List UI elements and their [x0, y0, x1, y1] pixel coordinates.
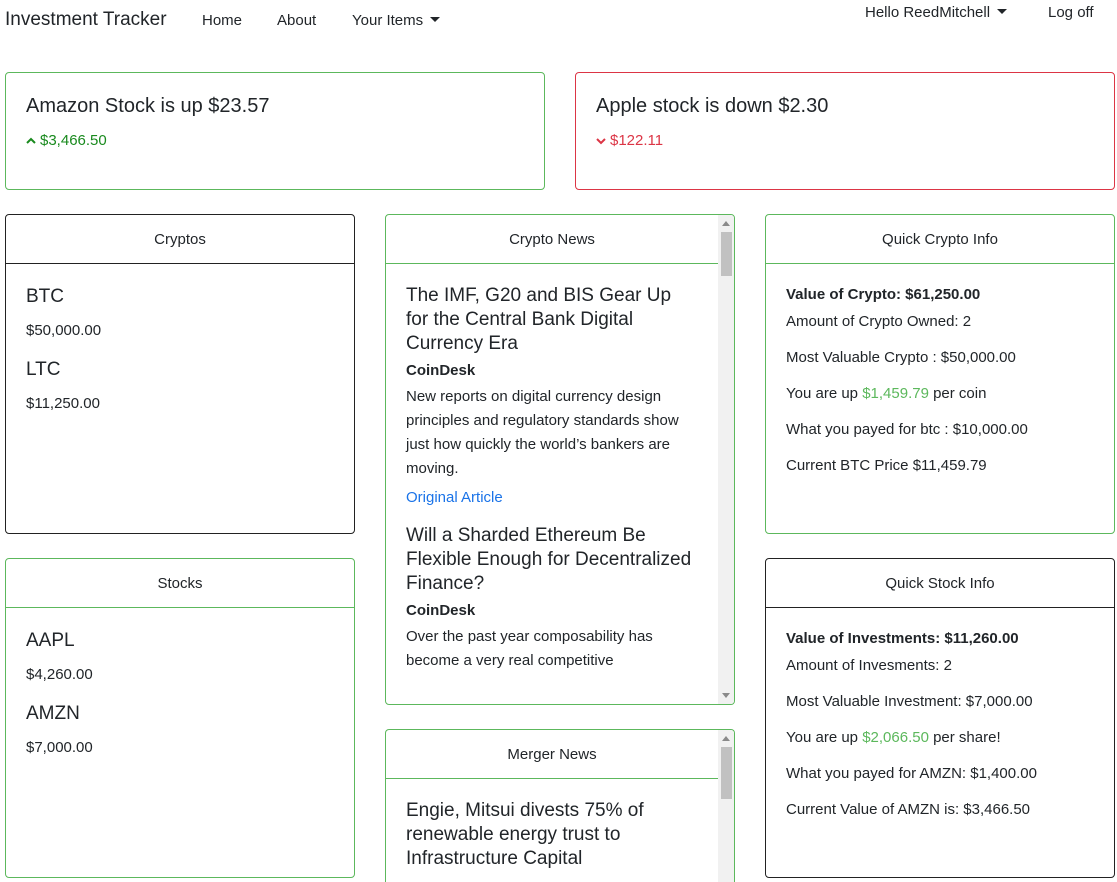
merger-news-scrollbar[interactable]: [718, 730, 734, 882]
stock-amount-owned: Amount of Invesments: 2: [786, 657, 952, 674]
chevron-down-icon: [997, 9, 1008, 14]
stock-symbol: AAPL: [26, 630, 75, 651]
merger-news-header: Merger News: [386, 730, 718, 779]
gain-suffix: per share!: [928, 729, 1001, 746]
original-article-link[interactable]: Original Article: [406, 489, 698, 506]
brand-link[interactable]: Investment Tracker: [5, 9, 167, 31]
crypto-value-total: Value of Crypto: $61,250.00: [786, 286, 981, 303]
cryptos-panel: Cryptos BTC $50,000.00 LTC $11,250.00: [5, 214, 355, 534]
navbar: Investment Tracker Home About Your Items…: [0, 0, 1117, 44]
nav-your-items-dropdown[interactable]: Your Items: [352, 12, 441, 29]
nav-about-link[interactable]: About: [277, 12, 316, 29]
news-title: Engie, Mitsui divests 75% of renewable e…: [406, 800, 644, 869]
crypto-value: $50,000.00: [26, 322, 102, 339]
news-description: New reports on digital currency design p…: [406, 388, 679, 477]
crypto-symbol: LTC: [26, 359, 61, 380]
nav-home-link[interactable]: Home: [202, 12, 242, 29]
stocks-header: Stocks: [6, 559, 354, 608]
news-title: The IMF, G20 and BIS Gear Up for the Cen…: [406, 285, 672, 354]
crypto-news-scrollbar[interactable]: [718, 215, 734, 704]
alert-price-row: $122.11: [596, 132, 1094, 149]
scroll-up-icon[interactable]: [722, 221, 730, 226]
crypto-gain-row: You are up $1,459.79 per coin: [786, 385, 1094, 402]
most-valuable-crypto: Most Valuable Crypto : $50,000.00: [786, 349, 1016, 366]
stock-value: $4,260.00: [26, 666, 93, 683]
chevron-up-icon: [26, 137, 36, 144]
crypto-amount-owned: Amount of Crypto Owned: 2: [786, 313, 972, 330]
stock-symbol: AMZN: [26, 703, 80, 724]
logoff-link[interactable]: Log off: [1048, 4, 1094, 21]
alert-price: $3,466.50: [40, 132, 107, 149]
quick-crypto-header: Quick Crypto Info: [766, 215, 1114, 264]
quick-stock-body: Value of Investments: $11,260.00 Amount …: [766, 608, 1114, 851]
crypto-news-list[interactable]: The IMF, G20 and BIS Gear Up for the Cen…: [386, 264, 718, 704]
crypto-payed: What you payed for btc : $10,000.00: [786, 421, 1028, 438]
news-source: CoinDesk: [406, 602, 476, 619]
user-menu-dropdown[interactable]: Hello ReedMitchell: [865, 4, 1008, 21]
scroll-up-icon[interactable]: [722, 736, 730, 741]
stocks-panel: Stocks AAPL $4,260.00 AMZN $7,000.00: [5, 558, 355, 878]
quick-stock-panel: Quick Stock Info Value of Investments: $…: [765, 558, 1115, 878]
alert-title: Amazon Stock is up $23.57: [26, 95, 270, 117]
gain-value: $2,066.50: [862, 729, 929, 746]
news-article: The IMF, G20 and BIS Gear Up for the Cen…: [406, 284, 698, 506]
chevron-down-icon: [430, 17, 441, 22]
alert-card-amazon: Amazon Stock is up $23.57 $3,466.50: [5, 72, 545, 190]
alert-price: $122.11: [610, 132, 664, 149]
merger-news-panel: Merger News Engie, Mitsui divests 75% of…: [385, 729, 735, 882]
scroll-thumb[interactable]: [721, 747, 732, 799]
merger-news-list[interactable]: Engie, Mitsui divests 75% of renewable e…: [386, 779, 718, 882]
quick-crypto-panel: Quick Crypto Info Value of Crypto: $61,2…: [765, 214, 1115, 534]
alert-card-apple: Apple stock is down $2.30 $122.11: [575, 72, 1115, 190]
crypto-news-panel: Crypto News The IMF, G20 and BIS Gear Up…: [385, 214, 735, 705]
scroll-down-icon[interactable]: [722, 693, 730, 698]
news-description: Over the past year composability has bec…: [406, 628, 653, 669]
gain-prefix: You are up: [786, 385, 863, 402]
cryptos-header: Cryptos: [6, 215, 354, 264]
stock-value: $7,000.00: [26, 739, 93, 756]
quick-crypto-body: Value of Crypto: $61,250.00 Amount of Cr…: [766, 264, 1114, 507]
stock-current-value: Current Value of AMZN is: $3,466.50: [786, 801, 1031, 818]
chevron-down-icon: [596, 137, 606, 144]
news-article: Engie, Mitsui divests 75% of renewable e…: [406, 799, 698, 871]
most-valuable-investment: Most Valuable Investment: $7,000.00: [786, 693, 1033, 710]
news-article: Will a Sharded Ethereum Be Flexible Enou…: [406, 524, 698, 673]
user-greeting: Hello ReedMitchell: [865, 4, 991, 21]
alert-price-row: $3,466.50: [26, 132, 524, 149]
stock-gain-row: You are up $2,066.50 per share!: [786, 729, 1094, 746]
quick-stock-header: Quick Stock Info: [766, 559, 1114, 608]
scroll-thumb[interactable]: [721, 232, 732, 276]
crypto-value: $11,250.00: [26, 395, 100, 412]
stocks-list: AAPL $4,260.00 AMZN $7,000.00: [6, 608, 354, 798]
gain-value: $1,459.79: [862, 385, 929, 402]
gain-prefix: You are up: [786, 729, 863, 746]
news-source: CoinDesk: [406, 362, 476, 379]
gain-suffix: per coin: [928, 385, 987, 402]
crypto-current-price: Current BTC Price $11,459.79: [786, 457, 987, 474]
crypto-news-header: Crypto News: [386, 215, 718, 264]
cryptos-list: BTC $50,000.00 LTC $11,250.00: [6, 264, 354, 454]
news-title: Will a Sharded Ethereum Be Flexible Enou…: [406, 525, 692, 594]
alert-title: Apple stock is down $2.30: [596, 95, 829, 117]
nav-your-items-label: Your Items: [352, 12, 424, 29]
crypto-symbol: BTC: [26, 286, 64, 307]
stock-payed: What you payed for AMZN: $1,400.00: [786, 765, 1037, 782]
stock-value-total: Value of Investments: $11,260.00: [786, 630, 1019, 647]
